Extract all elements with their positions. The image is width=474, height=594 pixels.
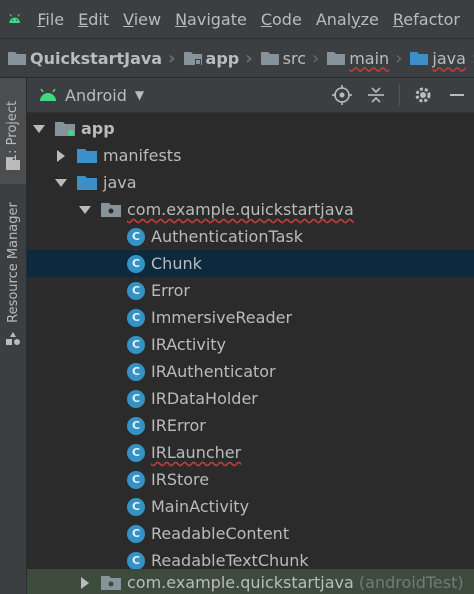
tab-resource-manager[interactable]: Resource Manager	[0, 198, 26, 326]
folder-icon	[327, 52, 346, 65]
tree-node-manifests[interactable]: manifests	[27, 142, 474, 169]
chevron-down-icon[interactable]: ▼	[135, 88, 144, 102]
tree-class-immersivereader[interactable]: C ImmersiveReader	[27, 304, 474, 331]
class-label: IRAuthenticator	[151, 362, 276, 381]
class-icon: C	[127, 335, 145, 354]
class-label: IRDataHolder	[151, 389, 258, 408]
class-icon: C	[127, 254, 145, 273]
class-icon: C	[127, 497, 145, 516]
source-folder-icon	[410, 52, 429, 65]
menu-refactor[interactable]: Refactor	[393, 10, 460, 29]
tree-class-irerror[interactable]: C IRError	[27, 412, 474, 439]
android-logo-icon	[9, 14, 21, 24]
hide-panel-icon[interactable]	[446, 84, 468, 106]
menu-code[interactable]: Code	[261, 10, 302, 29]
class-icon: C	[127, 227, 145, 246]
breadcrumb: QuickstartJava› app› src› main› java›	[0, 39, 474, 78]
expanded-arrow-icon[interactable]	[79, 204, 91, 216]
menu-edit[interactable]: Edit	[78, 10, 109, 29]
tree-class-readablecontent[interactable]: C ReadableContent	[27, 520, 474, 547]
menu-navigate[interactable]: Navigate	[175, 10, 247, 29]
collapsed-arrow-icon[interactable]	[79, 576, 91, 589]
package-icon	[101, 576, 121, 590]
class-label: ReadableTextChunk	[151, 551, 309, 570]
collapse-all-icon[interactable]	[365, 84, 387, 106]
package-icon	[101, 203, 121, 217]
tree-node-test-package[interactable]: com.example.quickstartjava (androidTest)	[27, 569, 474, 594]
class-icon: C	[127, 416, 145, 435]
tree-class-mainactivity[interactable]: C MainActivity	[27, 493, 474, 520]
tree-node-app[interactable]: app	[27, 115, 474, 142]
tree-class-iractivity[interactable]: C IRActivity	[27, 331, 474, 358]
class-icon: C	[127, 362, 145, 381]
class-icon: C	[127, 281, 145, 300]
source-folder-icon	[77, 176, 97, 190]
class-label: IRError	[151, 416, 206, 435]
class-icon: C	[127, 389, 145, 408]
view-mode-selector[interactable]: Android	[65, 86, 127, 105]
menu-file[interactable]: File	[37, 10, 64, 29]
class-icon: C	[127, 443, 145, 462]
collapsed-arrow-icon[interactable]	[55, 149, 67, 162]
class-label: IRActivity	[151, 335, 227, 354]
folder-icon	[260, 52, 279, 65]
breadcrumb-src[interactable]: src ›	[253, 48, 319, 69]
resource-manager-icon	[6, 332, 20, 345]
breadcrumb-module[interactable]: app ›	[176, 48, 253, 69]
tree-class-irauthenticator[interactable]: C IRAuthenticator	[27, 358, 474, 385]
expanded-arrow-icon[interactable]	[55, 177, 67, 189]
module-folder-icon	[55, 122, 75, 136]
breadcrumb-java[interactable]: java›	[402, 48, 474, 69]
folder-icon	[8, 52, 26, 65]
tree-class-error[interactable]: C Error	[27, 277, 474, 304]
menu-view[interactable]: View	[123, 10, 161, 29]
locate-file-icon[interactable]	[331, 84, 353, 106]
class-icon: C	[127, 551, 145, 570]
project-panel-toolbar: Android ▼	[27, 78, 474, 113]
menu-bar: File Edit View Navigate Code Analyze Ref…	[0, 0, 474, 39]
class-icon: C	[127, 470, 145, 489]
module-folder-icon	[183, 52, 202, 65]
class-label: ReadableContent	[151, 524, 290, 543]
breadcrumb-main[interactable]: main ›	[319, 48, 402, 69]
class-label: Error	[151, 281, 190, 300]
tree-node-java[interactable]: java	[27, 169, 474, 196]
class-label: IRStore	[151, 470, 210, 489]
tree-class-irdataholder[interactable]: C IRDataHolder	[27, 385, 474, 412]
tree-class-irstore[interactable]: C IRStore	[27, 466, 474, 493]
class-label: Chunk	[151, 254, 202, 273]
class-icon: C	[127, 524, 145, 543]
android-view-icon	[40, 88, 56, 101]
left-tool-strip: 1: Project Resource Manager	[0, 78, 27, 594]
menu-analyze[interactable]: Analyze	[316, 10, 379, 29]
tree-class-authenticationtask[interactable]: C AuthenticationTask	[27, 223, 474, 250]
project-folder-icon	[6, 158, 20, 170]
folder-icon	[77, 149, 97, 163]
tree-class-chunk[interactable]: C Chunk	[27, 250, 474, 277]
gear-icon[interactable]	[412, 84, 434, 106]
class-icon: C	[127, 308, 145, 327]
breadcrumb-project[interactable]: QuickstartJava ›	[0, 48, 176, 69]
toolbar-divider	[399, 84, 400, 106]
project-tree: app manifests java com.example.quickstar…	[27, 113, 474, 594]
class-label: IRLauncher	[151, 443, 242, 462]
expanded-arrow-icon[interactable]	[33, 123, 45, 135]
tree-class-irlauncher[interactable]: C IRLauncher	[27, 439, 474, 466]
class-label: MainActivity	[151, 497, 250, 516]
class-label: AuthenticationTask	[151, 227, 303, 246]
class-label: ImmersiveReader	[151, 308, 293, 327]
tree-node-package[interactable]: com.example.quickstartjava	[27, 196, 474, 223]
